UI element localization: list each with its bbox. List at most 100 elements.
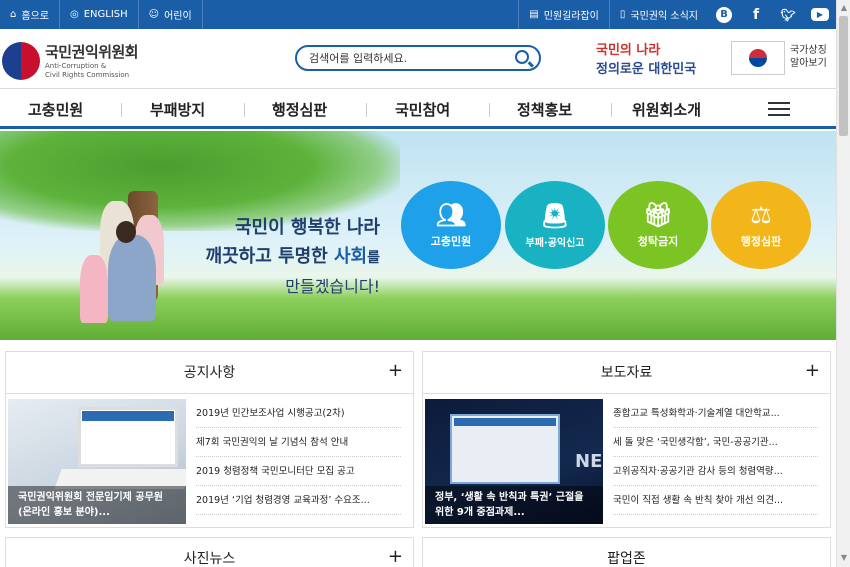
hero-line-2c: 를 [367,250,380,266]
popup-zone-title[interactable]: 팝업존 [423,548,830,567]
national-symbol-link[interactable]: 국가상징 알아보기 [790,44,827,70]
photo-news-more-icon[interactable]: + [388,546,403,567]
kids-link[interactable]: ☺ 어린이 [139,0,203,29]
hero-line-2b: 사회 [333,246,368,267]
blog-icon: B [716,6,732,23]
english-label: ENGLISH [83,9,128,20]
press-thumbnail[interactable]: NE 정부, ‘생활 속 반칙과 특권’ 근절을 위한 9개 중점과제... [425,399,603,524]
quick-report-label: 부패·공익신고 [525,237,585,249]
facebook-icon: f [752,6,760,23]
home-icon: ⌂ [10,9,17,20]
scroll-down-icon[interactable]: ▼ [839,552,849,564]
slogan-line-2: 정의로운 대한민국 [596,62,697,77]
globe-icon: ◎ [69,9,79,20]
hero-line-3: 만들겠습니다! [285,277,380,296]
press-thumbnail-caption: 정부, ‘생활 속 반칙과 특권’ 근절을 위한 9개 중점과제... [425,486,603,524]
book-icon: ▯ [619,9,626,20]
hero-line-2a: 깨끗하고 투명한 [205,246,334,267]
person-icon: ☺ [148,9,160,20]
document-icon: ▤ [529,9,539,20]
hero-slogan: 국민이 행복한 나라 깨끗하고 투명한 사회를 만들겠습니다! [170,213,380,297]
logo-english-1: Anti-Corruption & [45,62,107,70]
list-item[interactable]: 2019년 ‘기업 청렴경영 교육과정’ 수요조... [196,486,401,515]
national-symbol-label-2: 알아보기 [790,58,827,69]
nav-divider [366,103,367,117]
home-label: 홈으로 [21,11,49,22]
list-item[interactable]: 세 돌 맞은 ‘국민생각함’, 국민-공공기관... [613,428,818,457]
search-box [295,45,541,71]
taegeuk-icon [749,49,767,67]
hero-banner: 국민이 행복한 나라 깨끗하고 투명한 사회를 만들겠습니다! 👥︎ 고충민원 … [0,131,836,340]
press-more-icon[interactable]: + [805,360,820,381]
newsletter-link[interactable]: ▯ 국민권익 소식지 [608,0,708,29]
quick-grievance[interactable]: 👥︎ 고충민원 [401,181,501,269]
search-icon[interactable] [515,50,529,64]
home-link[interactable]: ⌂ 홈으로 [0,0,60,29]
nav-policy-pr[interactable]: 정책홍보 [517,99,572,120]
nav-administrative-appeal[interactable]: 행정심판 [272,99,327,120]
national-symbol-label-1: 국가상징 [790,45,827,56]
photo-news-title[interactable]: 사진뉴스 [6,548,413,567]
top-utility-bar: ⌂ 홈으로 ◎ ENGLISH ☺ 어린이 ▤ 민원길라잡이 ▯ 국민권익 소식… [0,0,836,29]
quick-appeal[interactable]: ⚖︎ 행정심판 [711,181,811,269]
english-link[interactable]: ◎ ENGLISH [60,0,139,29]
twitter-icon: 🐦︎ [780,7,796,22]
site-header: 국민권익위원회 Anti-Corruption & Civil Rights C… [0,29,836,89]
site-logo[interactable]: 국민권익위원회 Anti-Corruption & Civil Rights C… [2,41,139,80]
press-title[interactable]: 보도자료 [423,362,830,382]
blog-link[interactable]: B [708,0,740,29]
youtube-link[interactable]: ▶ [804,0,836,29]
civil-guide-link[interactable]: ▤ 민원길라잡이 [518,0,609,29]
notice-panel: 공지사항 + 국민권익위원회 전문임기제 공무원(온라인 홍보 분야)... 2… [5,351,414,528]
youtube-icon: ▶ [811,8,829,21]
notice-thumbnail[interactable]: 국민권익위원회 전문임기제 공무원(온라인 홍보 분야)... [8,399,186,524]
photo-news-panel: 사진뉴스 + [5,537,414,567]
nav-anti-corruption[interactable]: 부패방지 [150,99,205,120]
national-flag[interactable] [731,41,785,75]
nav-about[interactable]: 위원회소개 [632,99,701,120]
popup-zone-panel: 팝업존 [422,537,831,567]
twitter-link[interactable]: 🐦︎ [772,0,804,29]
nav-divider [611,103,612,117]
press-list: 종합고교 특성화학과·기술계열 대안학교... 세 돌 맞은 ‘국민생각함’, … [613,399,818,515]
notice-more-icon[interactable]: + [388,360,403,381]
search-input[interactable] [309,51,509,65]
quick-appeal-label: 행정심판 [740,235,782,248]
list-item[interactable]: 2019 청렴정책 국민모니터단 모집 공고 [196,457,401,486]
main-navigation: 고충민원 부패방지 행정심판 국민참여 정책홍보 위원회소개 [0,90,836,129]
nav-divider [121,103,122,117]
gift-block-icon: 🎁︎ [642,201,674,229]
nav-participation[interactable]: 국민참여 [395,99,450,120]
civil-guide-label: 민원길라잡이 [543,11,599,22]
scroll-up-icon[interactable]: ▲ [839,2,849,14]
list-item[interactable]: 고위공직자·공공기관 감사 등의 청렴역량... [613,457,818,486]
scrollbar-thumb[interactable] [839,16,848,136]
list-item[interactable]: 2019년 민간보조사업 시행공고(2차) [196,399,401,428]
newsletter-label: 국민권익 소식지 [630,11,698,22]
press-panel: 보도자료 + NE 정부, ‘생활 속 반칙과 특권’ 근절을 위한 9개 중점… [422,351,831,528]
quick-solicitation-label: 청탁금지 [637,235,679,248]
list-item[interactable]: 제7회 국민권익의 날 기념식 참석 안내 [196,428,401,457]
quick-report[interactable]: 🚨︎ 부패·공익신고 [505,181,605,269]
people-chat-icon: 👥︎ [435,201,467,229]
facebook-link[interactable]: f [740,0,772,29]
notice-list: 2019년 민간보조사업 시행공고(2차) 제7회 국민권익의 날 기념식 참석… [196,399,401,515]
page-scrollbar[interactable]: ▲ ▼ [836,0,850,567]
menu-hamburger-icon[interactable] [768,102,790,116]
gavel-icon: ⚖︎ [750,201,772,229]
notice-title[interactable]: 공지사항 [6,362,413,382]
slogan-banner[interactable]: 국민의 나라 정의로운 대한민국 [596,39,722,77]
quick-grievance-label: 고충민원 [430,235,472,248]
hero-line-1: 국민이 행복한 나라 [234,217,380,238]
logo-english-2: Civil Rights Commission [45,71,130,79]
nav-divider [244,103,245,117]
list-item[interactable]: 종합고교 특성화학과·기술계열 대안학교... [613,399,818,428]
notice-thumbnail-caption: 국민권익위원회 전문임기제 공무원(온라인 홍보 분야)... [8,486,186,524]
nav-grievance[interactable]: 고충민원 [28,99,83,120]
siren-icon: 🚨︎ [539,201,571,230]
list-item[interactable]: 국민이 직접 생활 속 반칙 찾아 개선 의견... [613,486,818,515]
kids-label: 어린이 [164,11,192,22]
logo-korean: 국민권익위원회 [45,43,139,61]
nav-divider [489,103,490,117]
quick-solicitation[interactable]: 🎁︎ 청탁금지 [608,181,708,269]
